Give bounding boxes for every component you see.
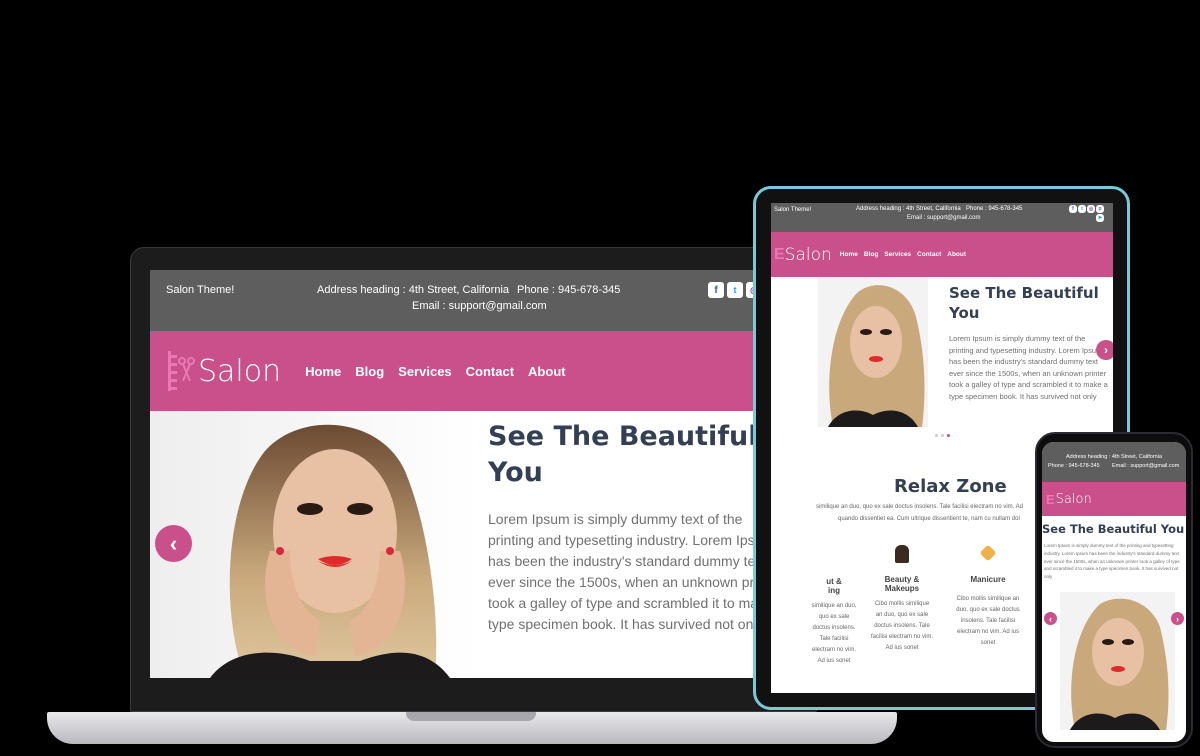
phone-hero-title: See The Beautiful You [1042, 522, 1185, 536]
phone-logo-text[interactable]: Salon [1056, 492, 1092, 507]
hero-slider: See The Beautiful You Lorem Ipsum is sim… [150, 411, 798, 678]
nav-services[interactable]: Services [884, 251, 911, 258]
facebook-icon[interactable]: f [708, 282, 724, 298]
tablet-email-text: Email : support@gmail.com [907, 215, 981, 221]
service-title-line1: Beauty & [884, 575, 920, 584]
service-card: Manicure Cibo mollis similique an duo, q… [953, 543, 1023, 649]
main-navbar: Salon Home Blog Services Contact About [150, 331, 798, 411]
tablet-site-tagline: Salon Theme! [774, 207, 812, 213]
salon-logo-icon[interactable]: E [774, 246, 785, 264]
tablet-hero-slider: See The Beautiful You Lorem Ipsum is sim… [771, 277, 1113, 427]
hero-description: Lorem Ipsum is simply dummy text of the … [488, 511, 785, 632]
tablet-top-info-bar: Salon Theme! Address heading : 4th Stree… [771, 203, 1113, 232]
slider-dot[interactable] [935, 434, 938, 437]
model-portrait-image [150, 411, 480, 678]
phone-phone-text: Phone : 945-678-345 [1048, 463, 1100, 469]
nav-home[interactable]: Home [305, 364, 341, 379]
phone-address-text: Address heading : 4th Street, California [1066, 454, 1163, 460]
hero-title-line1: See The Beautiful [949, 284, 1099, 302]
tablet-social-links: f t ◎ p ➤ [1069, 205, 1111, 222]
slider-dots [935, 434, 950, 437]
nav-about[interactable]: About [528, 364, 566, 379]
tablet-phone-text: Phone : 945-678-345 [966, 206, 1023, 212]
chevron-left-icon: ‹ [1049, 613, 1052, 624]
hero-title: See The Beautiful You [488, 419, 758, 491]
chevron-right-icon: › [1104, 343, 1108, 357]
service-card: Beauty & Makeups Cibo mollis similique a… [871, 543, 933, 654]
makeup-icon [895, 545, 909, 563]
laptop-screen: Salon Theme! Address heading : 4th Stree… [150, 270, 798, 678]
service-card: ut & ing similique an duo, quo ex sale d… [809, 543, 859, 667]
facebook-icon[interactable]: f [1069, 205, 1077, 213]
instagram-icon[interactable]: ◎ [1087, 205, 1095, 213]
nav-services[interactable]: Services [398, 364, 452, 379]
slider-dot[interactable] [941, 434, 944, 437]
service-title: Manicure [970, 575, 1006, 584]
slider-prev-button[interactable]: ‹ [1044, 612, 1057, 625]
salon-logo-icon[interactable]: E [1046, 492, 1055, 507]
top-info-bar: Salon Theme! Address heading : 4th Stree… [150, 270, 798, 331]
service-text: Cibo mollis similique an duo, quo ex sal… [956, 596, 1020, 646]
nav-contact[interactable]: Contact [917, 251, 941, 258]
slider-dot-active[interactable] [947, 434, 950, 437]
phone-email-text: Email : support@gmail.com [1112, 463, 1180, 469]
nav-blog[interactable]: Blog [355, 364, 384, 379]
nav-contact[interactable]: Contact [466, 364, 514, 379]
hero-title-line2: You [949, 304, 980, 322]
nav-blog[interactable]: Blog [864, 251, 878, 258]
address-text: Address heading : 4th Street, California [317, 284, 510, 296]
tablet-hero-title: See The Beautiful You [949, 283, 1099, 323]
model-portrait-image [818, 277, 928, 427]
nav-about[interactable]: About [947, 251, 966, 258]
logo-text[interactable]: Salon [198, 354, 281, 389]
phone-navbar: E Salon [1042, 482, 1186, 516]
tablet-nav-menu: Home Blog Services Contact About [840, 251, 966, 258]
slider-next-button[interactable]: › [1171, 612, 1184, 625]
telegram-icon[interactable]: ➤ [1096, 214, 1104, 222]
slider-prev-button[interactable]: ‹ [155, 525, 192, 562]
twitter-icon[interactable]: t [1078, 205, 1086, 213]
chevron-right-icon: › [1176, 613, 1179, 624]
phone-hero-description: Lorem Ipsum is simply dummy text of the … [1044, 543, 1180, 580]
service-text: similique an duo, quo ex sale doctus ins… [811, 603, 857, 664]
nav-menu: Home Blog Services Contact About [305, 364, 565, 379]
twitter-icon[interactable]: t [727, 282, 743, 298]
nail-polish-icon [979, 544, 997, 562]
phone-text: Phone : 945-678-345 [517, 284, 621, 296]
relax-zone-text-1: similique an duo, quo ex sale doctus ins… [816, 504, 1023, 510]
tablet-address-text: Address heading : 4th Street, California [856, 206, 961, 212]
salon-logo-icon[interactable] [166, 349, 196, 393]
hero-title-line2: You [488, 457, 543, 488]
phone-screen: Address heading : 4th Street, California… [1042, 442, 1186, 742]
laptop-notch [406, 712, 536, 721]
pinterest-icon[interactable]: p [1096, 205, 1104, 213]
tablet-logo-text[interactable]: Salon [785, 245, 832, 265]
site-tagline: Salon Theme! [166, 284, 235, 296]
hero-title-line1: See The Beautiful [488, 421, 758, 452]
tablet-navbar: E Salon Home Blog Services Contact About [771, 232, 1113, 277]
service-title-line2: Makeups [884, 584, 920, 593]
tablet-hero-description: Lorem Ipsum is simply dummy text of the … [949, 334, 1108, 401]
relax-zone-title: Relax Zone [894, 476, 1007, 497]
service-text: Cibo mollis similique an duo, quo ex sal… [871, 601, 934, 651]
relax-zone-text-2: quando dissentiet ea. Cum ultrique disse… [838, 516, 1020, 522]
slider-next-button[interactable]: › [1096, 340, 1113, 360]
nav-home[interactable]: Home [840, 251, 858, 258]
chevron-left-icon: ‹ [169, 530, 178, 556]
service-title-line2: ing [828, 586, 840, 595]
service-title-line1: ut & [826, 577, 842, 586]
email-text: Email : support@gmail.com [412, 300, 547, 312]
model-portrait-image [1060, 592, 1175, 730]
phone-top-info-bar: Address heading : 4th Street, California… [1042, 442, 1186, 482]
